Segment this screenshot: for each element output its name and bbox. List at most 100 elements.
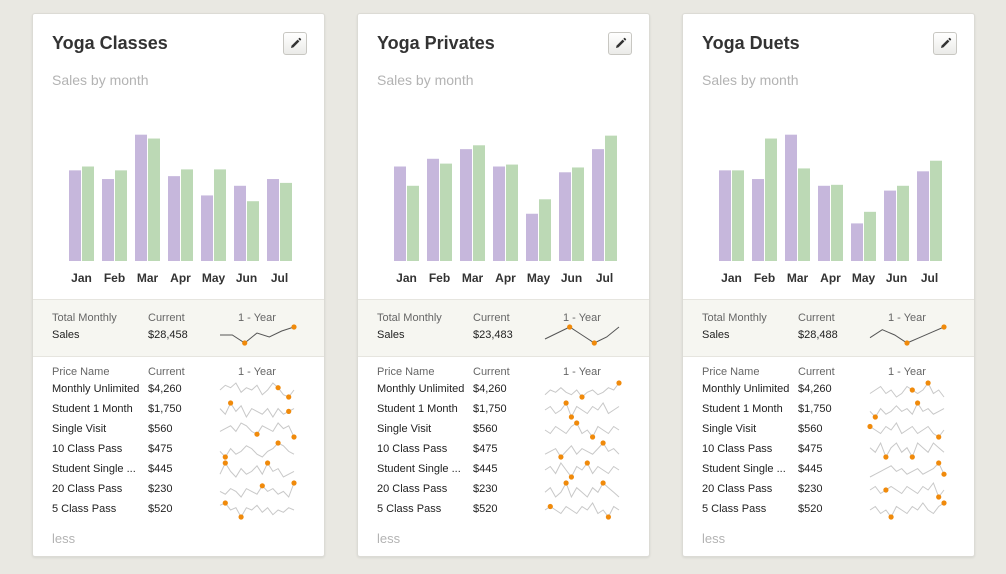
- bar-jan-series-1: [407, 185, 419, 261]
- price-trend-sparkline-dot: [941, 471, 947, 477]
- price-trend-sparkline-line: [544, 481, 620, 499]
- month-label: Apr: [495, 271, 516, 285]
- bar-mar-series-0: [460, 149, 472, 261]
- price-name: Monthly Unlimited: [702, 383, 790, 395]
- month-label: Feb: [429, 271, 450, 285]
- price-name: 5 Class Pass: [52, 503, 117, 515]
- price-current-value: $1,750: [473, 403, 507, 415]
- price-name: Single Visit: [377, 423, 432, 435]
- price-trend-sparkline: [544, 400, 620, 420]
- pencil-icon: [615, 37, 626, 48]
- bar-jun-series-0: [234, 185, 246, 261]
- bar-may-series-1: [864, 211, 876, 261]
- price-trend-sparkline-line: [219, 442, 295, 458]
- current-header: Current: [473, 312, 510, 324]
- price-trend-sparkline-dot: [584, 460, 590, 466]
- price-trend-sparkline: [544, 502, 620, 520]
- price-trend-header: 1 - Year: [888, 366, 926, 378]
- price-trend-sparkline-dot: [238, 514, 244, 520]
- price-current-value: $520: [798, 503, 823, 515]
- price-name: 20 Class Pass: [377, 483, 448, 495]
- price-trend-sparkline: [544, 460, 620, 480]
- price-trend-sparkline-line: [869, 462, 945, 478]
- price-name: 10 Class Pass: [377, 443, 448, 455]
- price-current-value: $560: [148, 423, 173, 435]
- card-title: Yoga Classes: [52, 33, 168, 53]
- bar-jan-series-0: [394, 166, 406, 261]
- price-trend-sparkline-dot: [275, 385, 281, 391]
- price-trend-sparkline: [219, 382, 295, 400]
- price-trend-sparkline-dot: [915, 400, 921, 406]
- price-trend-sparkline: [219, 400, 295, 419]
- price-trend-sparkline: [219, 500, 295, 520]
- edit-button[interactable]: [608, 32, 632, 55]
- price-name: Single Visit: [52, 423, 107, 435]
- price-current-value: $4,260: [148, 383, 182, 395]
- price-trend-sparkline-dot: [286, 394, 292, 400]
- bar-jun-series-0: [884, 190, 896, 261]
- price-current-value: $475: [148, 443, 173, 455]
- month-label: May: [202, 271, 226, 285]
- month-label: Jan: [396, 271, 417, 285]
- price-row: Single Visit $560: [33, 420, 324, 440]
- price-current-value: $445: [798, 463, 823, 475]
- price-trend-sparkline: [219, 440, 295, 460]
- total-monthly-summary: Total Monthly Sales Current $28,488 1 - …: [683, 299, 974, 357]
- bar-apr-series-1: [506, 164, 518, 261]
- price-current-value: $475: [798, 443, 823, 455]
- summary-label-sub: Sales: [377, 329, 405, 341]
- price-trend-sparkline-dot: [941, 500, 947, 506]
- price-trend-sparkline-dot: [568, 474, 574, 480]
- price-row: Monthly Unlimited $4,260: [683, 380, 974, 400]
- price-trend-sparkline-line: [219, 482, 295, 498]
- price-current-value: $475: [473, 443, 498, 455]
- price-trend-sparkline-line: [869, 441, 945, 459]
- bar-apr-series-1: [831, 184, 843, 261]
- price-current-value: $4,260: [798, 383, 832, 395]
- less-link[interactable]: less: [377, 531, 400, 546]
- price-row: 20 Class Pass $230: [683, 480, 974, 500]
- price-trend-sparkline: [544, 440, 620, 460]
- price-trend-sparkline-dot: [883, 454, 889, 460]
- price-trend-sparkline-dot: [568, 414, 574, 420]
- current-total-value: $28,458: [148, 329, 188, 341]
- price-trend-sparkline-line: [544, 422, 620, 438]
- price-row: Student Single ... $445: [683, 460, 974, 480]
- price-trend-sparkline-dot: [888, 514, 894, 520]
- less-link[interactable]: less: [702, 531, 725, 546]
- summary-sparkline-dot: [904, 340, 910, 346]
- summary-label: Total Monthly: [702, 312, 767, 324]
- year-trend-header: 1 - Year: [238, 312, 276, 324]
- price-trend-sparkline: [544, 420, 620, 440]
- price-trend-sparkline: [219, 460, 295, 478]
- price-row: 10 Class Pass $475: [358, 440, 649, 460]
- price-trend-sparkline-line: [869, 422, 945, 438]
- price-name: 5 Class Pass: [702, 503, 767, 515]
- month-label: Jul: [271, 271, 288, 285]
- summary-sparkline: [220, 324, 297, 346]
- price-row: 10 Class Pass $475: [33, 440, 324, 460]
- price-trend-sparkline-dot: [228, 400, 234, 406]
- price-name: Student 1 Month: [52, 403, 133, 415]
- bar-feb-series-0: [427, 158, 439, 261]
- price-trend-header: 1 - Year: [563, 366, 601, 378]
- edit-button[interactable]: [933, 32, 957, 55]
- price-trend-sparkline-line: [219, 382, 295, 398]
- price-trend-sparkline: [869, 400, 945, 420]
- price-trend-sparkline-dot: [605, 514, 611, 520]
- sales-by-month-chart: Jan Feb Mar Apr May Jun Jul: [69, 134, 292, 285]
- bar-jul-series-0: [592, 149, 604, 261]
- card-subtitle: Sales by month: [702, 72, 799, 88]
- edit-button[interactable]: [283, 32, 307, 55]
- month-label: Jul: [921, 271, 938, 285]
- price-row: 20 Class Pass $230: [358, 480, 649, 500]
- less-link[interactable]: less: [52, 531, 75, 546]
- price-trend-sparkline-line: [544, 401, 620, 419]
- bar-may-series-1: [214, 169, 226, 261]
- price-trend-sparkline: [869, 500, 947, 520]
- price-current-value: $1,750: [798, 403, 832, 415]
- price-trend-sparkline: [219, 480, 297, 498]
- current-total-value: $28,488: [798, 329, 838, 341]
- bar-jul-series-1: [605, 135, 617, 261]
- price-trend-sparkline-dot: [222, 460, 228, 466]
